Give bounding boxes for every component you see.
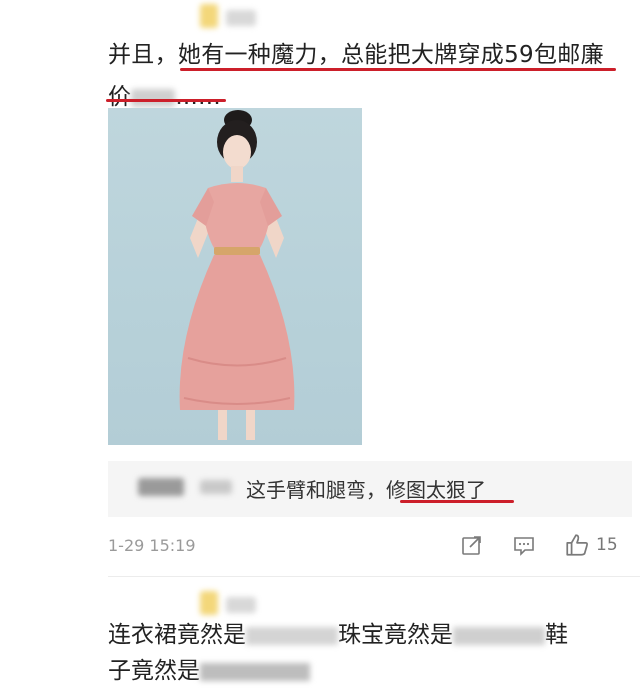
- post-text-2: 连衣裙竟然是 珠宝竟然是 鞋 子竟然是: [108, 617, 628, 689]
- share-icon: [462, 536, 481, 555]
- redacted-username: [200, 4, 218, 28]
- post2-text-a: 连衣裙竟然是: [108, 622, 246, 648]
- post-text-highlight: 她有一种魔力，总能把大牌穿成59包邮廉: [177, 42, 604, 68]
- comment-plain: 这手臂和腿弯，: [246, 478, 386, 502]
- post-text-highlight-2: 价: [108, 84, 132, 110]
- comment-button[interactable]: [512, 531, 536, 559]
- redacted-username: [226, 10, 256, 26]
- forwarded-comment[interactable]: 这手臂和腿弯，修图太狠了: [108, 461, 632, 517]
- post2-text-b: 珠宝竟然是: [338, 622, 453, 648]
- post2-text-d: 子竟然是: [108, 658, 200, 684]
- post-text-prefix: 并且，: [108, 42, 178, 68]
- comment-highlight: 修图太狠了: [386, 478, 486, 502]
- redacted-username: [200, 591, 218, 615]
- like-button[interactable]: 15: [564, 531, 618, 559]
- redacted-username: [226, 597, 256, 613]
- redacted-username: [200, 480, 232, 494]
- post-text-ellipsis: ......: [175, 84, 221, 110]
- redacted-text: [200, 662, 310, 681]
- divider: [108, 576, 640, 577]
- redacted-text: [131, 88, 176, 107]
- highlight-underline: [180, 68, 616, 71]
- share-button[interactable]: [460, 531, 484, 559]
- redacted-username: [138, 478, 184, 496]
- like-icon: [566, 534, 588, 556]
- comment-text: 这手臂和腿弯，修图太狠了: [246, 474, 486, 503]
- comment-icon: [514, 537, 534, 556]
- dress-photo-illustration: [179, 110, 295, 440]
- post-text: 并且，她有一种魔力，总能把大牌穿成59包邮廉 价......: [108, 34, 628, 118]
- like-count: 15: [596, 535, 618, 555]
- post-timestamp: 1-29 15:19: [108, 536, 196, 555]
- highlight-underline: [106, 99, 226, 102]
- redacted-text: [246, 626, 338, 645]
- post-photo[interactable]: [108, 108, 362, 445]
- highlight-underline: [400, 500, 514, 503]
- redacted-text: [453, 626, 545, 645]
- post2-text-c: 鞋: [545, 622, 568, 648]
